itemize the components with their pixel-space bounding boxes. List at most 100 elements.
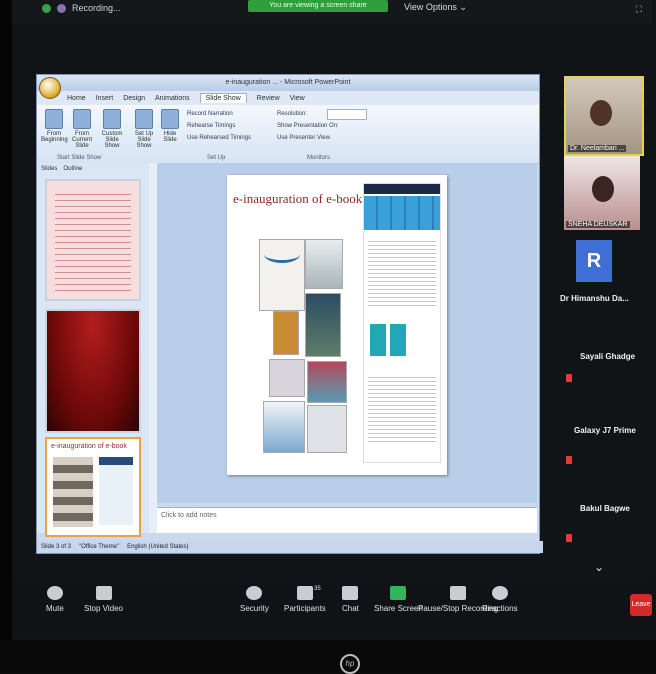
record-narration[interactable]: Record Narration: [187, 111, 233, 117]
status-dot-icon: [42, 3, 51, 13]
chat-label: Chat: [342, 604, 359, 613]
setup-button[interactable]: Set Up Slide Show: [131, 109, 157, 149]
chat-icon: [342, 586, 359, 600]
participant-video[interactable]: Dr. Neelambari ...: [564, 76, 644, 156]
website-text: [368, 238, 436, 308]
chevron-down-icon[interactable]: ⌄: [594, 560, 604, 574]
participant-face: [592, 176, 614, 202]
theme-name: "Office Theme": [79, 544, 120, 550]
resolution-select[interactable]: [327, 109, 367, 120]
fullscreen-icon[interactable]: ⛶: [636, 4, 642, 15]
recording-label: Recording...: [72, 3, 121, 13]
participant-name: Dr Himanshu Da...: [560, 294, 629, 303]
mute-button[interactable]: Mute: [46, 586, 64, 613]
ribbon: From Beginning From Current Slide Custom…: [37, 105, 539, 164]
book-cover-image: [273, 311, 299, 355]
tab-review[interactable]: Review: [257, 95, 280, 102]
slideshow-icon: [73, 109, 91, 129]
tab-slide-show[interactable]: Slide Show: [199, 93, 247, 103]
view-options-button[interactable]: View Options ⌄: [404, 2, 467, 13]
book-cover-image: [263, 401, 305, 453]
ebook-cover-image: [390, 324, 406, 356]
share-screen-label: Share Screen: [374, 604, 423, 613]
hide-slide-icon: [161, 109, 179, 129]
thumbnail-image: [53, 457, 93, 527]
slideshow-icon: [45, 109, 63, 129]
zoom-toolbar: Mute Stop Video Security Participants 35 …: [12, 578, 652, 634]
from-beginning-button[interactable]: From Beginning: [41, 109, 68, 143]
book-cover-image: [307, 361, 347, 403]
panel-tabs: Slides Outline: [37, 163, 149, 175]
website-screenshot: [363, 183, 441, 463]
powerpoint-window: e-inauguration ... - Microsoft PowerPoin…: [36, 74, 543, 554]
from-beginning-label: From Beginning: [41, 131, 68, 143]
recording-indicator: Recording...: [42, 3, 121, 13]
participants-icon: [296, 586, 313, 600]
stop-video-button[interactable]: Stop Video: [84, 586, 123, 613]
from-current-button[interactable]: From Current Slide: [69, 109, 95, 149]
slides-panel: Slides Outline e-inauguration of e-book: [37, 163, 150, 537]
custom-show-button[interactable]: Custom Slide Show: [99, 109, 125, 149]
thumbnail-text: [55, 189, 131, 291]
participant-face: [590, 100, 612, 126]
leave-button[interactable]: Leave: [630, 594, 652, 616]
participant-name: Sayali Ghadge: [580, 352, 636, 361]
participant-name: Dr. Neelambari ...: [568, 145, 627, 152]
microphone-icon: [46, 586, 63, 600]
participant-name: Bakul Bagwe: [580, 504, 630, 513]
reactions-label: Reactions: [482, 604, 518, 613]
current-slide[interactable]: e-inauguration of e-book: [227, 175, 447, 475]
share-screen-button[interactable]: Share Screen: [374, 586, 423, 613]
security-label: Security: [240, 604, 269, 613]
participant-video[interactable]: SNEHA DEUSKAR: [564, 156, 640, 230]
recording-icon: [57, 3, 66, 13]
website-text: [368, 374, 436, 444]
chat-button[interactable]: Chat: [342, 586, 359, 613]
use-timings-checkbox[interactable]: Use Rehearsed Timings: [187, 135, 251, 141]
hp-logo: hp: [340, 654, 360, 674]
pause-icon: [450, 586, 467, 600]
monitor-bezel: [0, 0, 12, 671]
share-screen-icon: [390, 586, 407, 600]
presenter-view-checkbox[interactable]: Use Presenter View: [277, 135, 330, 141]
language: English (United States): [127, 544, 189, 550]
screen: Recording... You are viewing a screen sh…: [12, 0, 652, 640]
tab-design[interactable]: Design: [123, 95, 145, 102]
custom-show-label: Custom Slide Show: [101, 131, 123, 149]
muted-mic-icon: [566, 374, 572, 382]
reactions-icon: [491, 586, 508, 600]
monitor: Recording... You are viewing a screen sh…: [0, 0, 656, 674]
book-cover-image: [305, 239, 343, 289]
group-monitors: Monitors: [307, 155, 331, 161]
zoom-top-bar: Recording... You are viewing a screen sh…: [12, 0, 652, 24]
slide-thumbnail-3[interactable]: e-inauguration of e-book: [45, 437, 141, 537]
tab-insert[interactable]: Insert: [96, 95, 114, 102]
tab-view[interactable]: View: [290, 95, 305, 102]
participant-name: SNEHA DEUSKAR: [566, 221, 630, 228]
slide-thumbnail-2[interactable]: [45, 309, 141, 433]
book-cover-image: [305, 293, 341, 357]
notes-pane[interactable]: Click to add notes: [157, 507, 537, 533]
slide-thumbnail-1[interactable]: [45, 179, 141, 301]
security-button[interactable]: Security: [240, 586, 269, 613]
tab-home[interactable]: Home: [67, 95, 86, 102]
participants-button[interactable]: Participants 35: [284, 586, 326, 613]
hide-slide-button[interactable]: Hide Slide: [157, 109, 183, 143]
show-on-label: Show Presentation On:: [277, 123, 339, 129]
office-button-icon[interactable]: [39, 77, 61, 99]
reactions-button[interactable]: Reactions: [482, 586, 518, 613]
group-start: Start Slide Show: [57, 155, 102, 161]
rehearse-timings[interactable]: Rehearse Timings: [187, 123, 235, 129]
slide-canvas: e-inauguration of e-book: [157, 163, 537, 503]
mute-label: Mute: [46, 604, 64, 613]
tab-outline[interactable]: Outline: [63, 166, 82, 172]
book-cover-image: [307, 405, 347, 453]
muted-mic-icon: [566, 456, 572, 464]
slides-scrollbar[interactable]: [149, 163, 157, 533]
participants-strip: Dr. Neelambari ... SNEHA DEUSKAR R Dr Hi…: [560, 74, 652, 594]
tab-slides[interactable]: Slides: [41, 166, 57, 172]
participant-avatar[interactable]: R: [576, 240, 612, 282]
tab-animations[interactable]: Animations: [155, 95, 190, 102]
participants-label: Participants: [284, 604, 326, 613]
setup-icon: [135, 109, 153, 129]
